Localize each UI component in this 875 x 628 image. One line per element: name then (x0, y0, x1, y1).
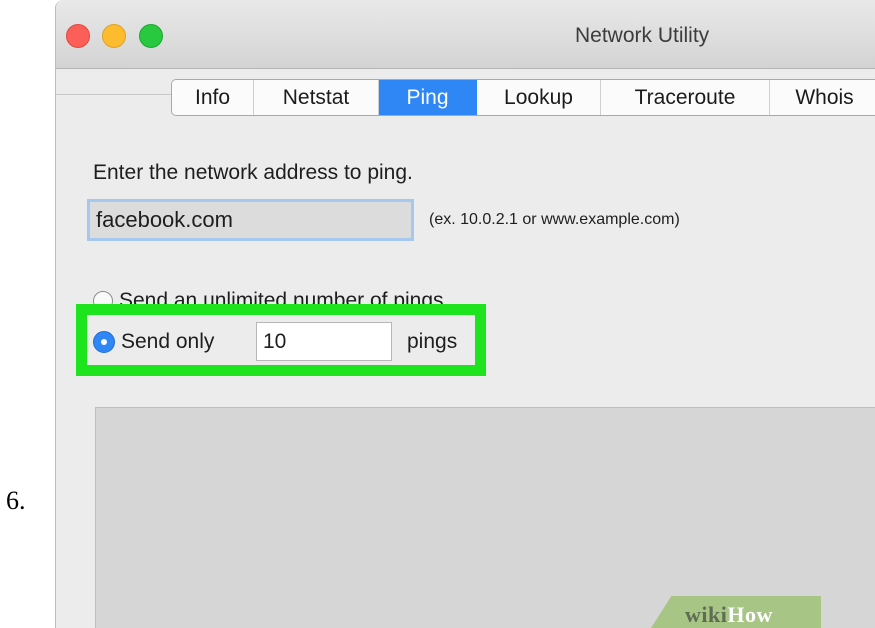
step-number: 6. (6, 486, 26, 515)
address-input[interactable] (87, 199, 414, 241)
address-hint: (ex. 10.0.2.1 or www.example.com) (429, 211, 680, 228)
minimize-button[interactable] (102, 24, 126, 48)
tab-traceroute[interactable]: Traceroute (601, 80, 770, 115)
window-title: Network Utility (575, 24, 710, 47)
ping-count-input[interactable] (256, 322, 392, 361)
title-bar: Network Utility (56, 0, 875, 69)
tab-netstat[interactable]: Netstat (254, 80, 379, 115)
tab-ping[interactable]: Ping (379, 80, 477, 115)
close-button[interactable] (66, 24, 90, 48)
network-utility-window: Network Utility Info Netstat Ping Lookup… (55, 0, 875, 628)
wikihow-logo-how: How (727, 602, 773, 627)
tab-info[interactable]: Info (172, 80, 254, 115)
wikihow-logo-wiki: wiki (685, 602, 728, 627)
tab-whois[interactable]: Whois (770, 80, 875, 115)
send-only-radio[interactable] (93, 331, 115, 353)
tab-bar: Info Netstat Ping Lookup Traceroute Whoi… (171, 79, 875, 116)
address-prompt: Enter the network address to ping. (93, 161, 413, 184)
send-only-label: Send only (121, 330, 215, 353)
pings-label: pings (407, 330, 458, 353)
zoom-button[interactable] (139, 24, 163, 48)
wikihow-logo: wikiHow (685, 602, 773, 628)
ping-output-area[interactable] (95, 407, 875, 628)
tab-lookup[interactable]: Lookup (477, 80, 601, 115)
